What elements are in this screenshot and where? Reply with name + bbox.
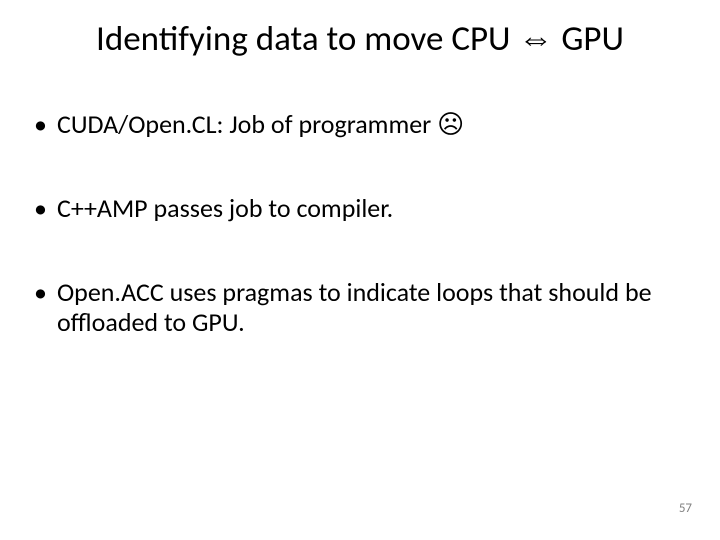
bullet-item: • CUDA/Open.CL: Job of programmer ☹ [34,110,680,140]
bullet-item: • C++AMP passes job to compiler. [34,194,680,224]
page-number: 57 [679,501,692,516]
bullet-item: • Open.ACC uses pragmas to indicate loop… [34,278,680,338]
slide-body: • CUDA/Open.CL: Job of programmer ☹ • C+… [34,110,680,392]
slide-title: Identifying data to move CPU ⇔ GPU [0,18,720,60]
bullet-dot-icon: • [34,194,47,224]
slide: Identifying data to move CPU ⇔ GPU • CUD… [0,0,720,540]
bullet-text: CUDA/Open.CL: Job of programmer ☹ [57,110,464,140]
bullet-dot-icon: • [34,110,47,140]
bullet-text: Open.ACC uses pragmas to indicate loops … [57,278,680,338]
bullet-text: C++AMP passes job to compiler. [57,194,393,224]
bullet-dot-icon: • [34,278,47,308]
